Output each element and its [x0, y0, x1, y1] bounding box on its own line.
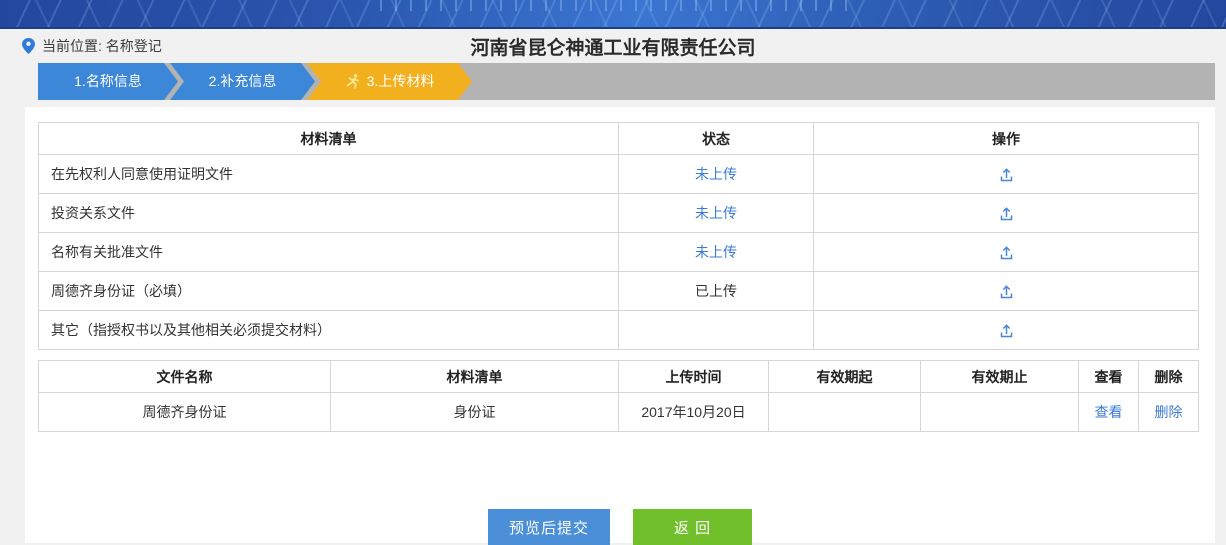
uploaded-files-table: 文件名称 材料清单 上传时间 有效期起 有效期止 查看 删除 周德齐身份证 身份…	[38, 360, 1199, 432]
col-header-delete: 删除	[1139, 361, 1199, 393]
table-row: 在先权利人同意使用证明文件 未上传	[39, 155, 1199, 194]
materials-table: 材料清单 状态 操作 在先权利人同意使用证明文件 未上传 投资关系文件 未上传 …	[38, 122, 1199, 350]
page-title: 河南省昆仑神通工业有限责任公司	[0, 33, 1226, 60]
col-header-material-list: 材料清单	[331, 361, 619, 393]
preview-submit-button[interactable]: 预览后提交	[488, 509, 610, 545]
col-header-action: 操作	[814, 123, 1199, 155]
status-uploaded-text: 已上传	[695, 283, 737, 299]
top-banner	[0, 0, 1226, 29]
col-header-valid-from: 有效期起	[769, 361, 921, 393]
back-button[interactable]: 返 回	[633, 509, 752, 545]
upload-icon[interactable]	[998, 245, 1015, 261]
runner-icon	[345, 73, 361, 90]
material-cell: 身份证	[331, 393, 619, 432]
files-header-row: 文件名称 材料清单 上传时间 有效期起 有效期止 查看 删除	[39, 361, 1199, 393]
valid-from-cell	[769, 393, 921, 432]
table-row: 其它（指授权书以及其他相关必须提交材料）	[39, 311, 1199, 350]
upload-icon[interactable]	[998, 167, 1015, 183]
location-pin-icon	[22, 38, 35, 54]
breadcrumb-label: 当前位置: 名称登记	[42, 36, 162, 56]
wizard-step-label: 3.上传材料	[367, 63, 435, 100]
valid-to-cell	[921, 393, 1079, 432]
upload-icon[interactable]	[998, 284, 1015, 300]
wizard-remaining-bar	[464, 63, 1215, 100]
upload-icon[interactable]	[998, 323, 1015, 339]
material-name: 其它（指授权书以及其他相关必须提交材料）	[39, 311, 619, 350]
breadcrumb: 当前位置: 名称登记	[22, 36, 162, 56]
material-name: 周德齐身份证（必填）	[39, 272, 619, 311]
delete-link[interactable]: 删除	[1155, 404, 1183, 420]
material-name: 名称有关批准文件	[39, 233, 619, 272]
material-name: 投资关系文件	[39, 194, 619, 233]
upload-icon[interactable]	[998, 206, 1015, 222]
view-link[interactable]: 查看	[1095, 404, 1123, 420]
table-row: 周德齐身份证 身份证 2017年10月20日 查看 删除	[39, 393, 1199, 432]
materials-header-row: 材料清单 状态 操作	[39, 123, 1199, 155]
file-name-cell: 周德齐身份证	[39, 393, 331, 432]
wizard-step-upload-materials[interactable]: 3.上传材料	[307, 63, 472, 100]
col-header-upload-time: 上传时间	[619, 361, 769, 393]
table-row: 名称有关批准文件 未上传	[39, 233, 1199, 272]
col-header-material-list: 材料清单	[39, 123, 619, 155]
status-not-uploaded-link[interactable]: 未上传	[695, 166, 737, 182]
wizard-step-name-info[interactable]: 1.名称信息	[38, 63, 178, 100]
upload-time-cell: 2017年10月20日	[619, 393, 769, 432]
wizard-step-extra-info[interactable]: 2.补充信息	[170, 63, 315, 100]
wizard-step-label: 1.名称信息	[74, 73, 142, 89]
col-header-file-name: 文件名称	[39, 361, 331, 393]
wizard-step-label: 2.补充信息	[209, 73, 277, 89]
status-not-uploaded-link[interactable]: 未上传	[695, 205, 737, 221]
action-button-bar: 预览后提交 返 回	[25, 509, 1215, 545]
status-not-uploaded-link[interactable]: 未上传	[695, 244, 737, 260]
material-name: 在先权利人同意使用证明文件	[39, 155, 619, 194]
col-header-status: 状态	[619, 123, 814, 155]
step-wizard: 1.名称信息 2.补充信息 3.上传材料	[38, 63, 1215, 100]
table-row: 周德齐身份证（必填） 已上传	[39, 272, 1199, 311]
table-row: 投资关系文件 未上传	[39, 194, 1199, 233]
col-header-view: 查看	[1079, 361, 1139, 393]
col-header-valid-to: 有效期止	[921, 361, 1079, 393]
